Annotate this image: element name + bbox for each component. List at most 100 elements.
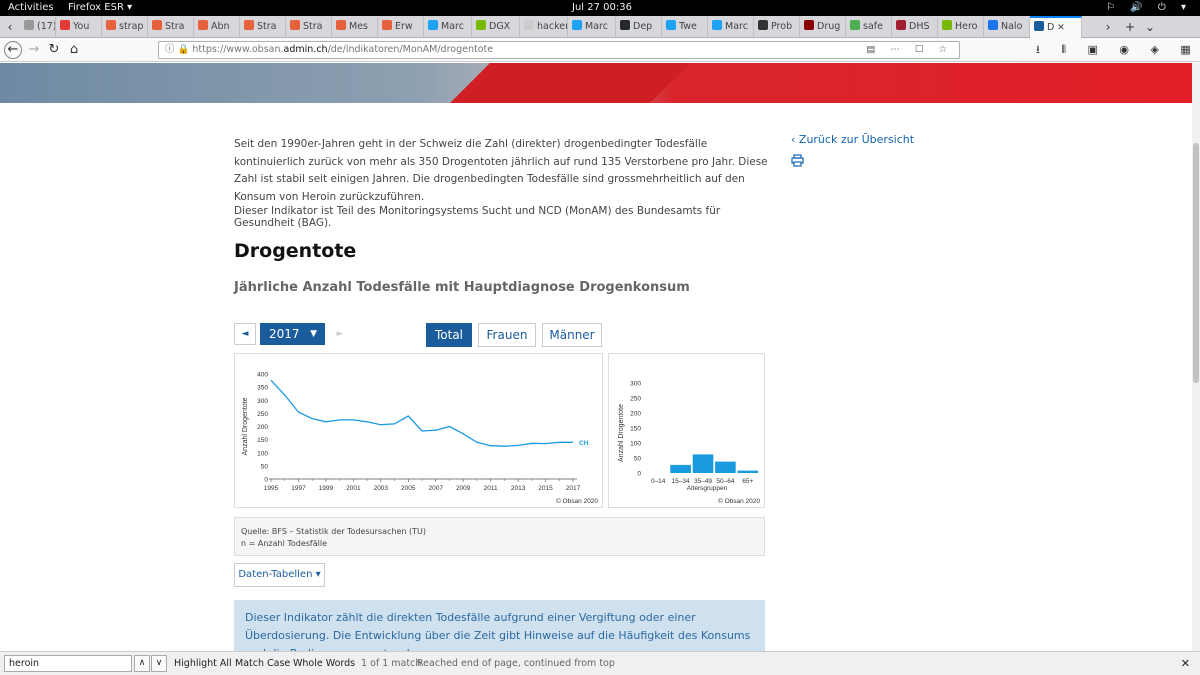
back-button[interactable]: ← <box>4 41 22 59</box>
chart-subtitle: Jährliche Anzahl Todesfälle mit Hauptdia… <box>234 280 690 295</box>
y-axis-label: Anzahl Drogentote <box>618 404 625 462</box>
data-tables-button[interactable]: Daten-Tabellen ▾ <box>234 563 325 587</box>
y-tick-label: 300 <box>630 381 641 388</box>
x-tick-label: 2001 <box>346 485 361 492</box>
tab-label: safe <box>863 21 883 32</box>
tab-20[interactable]: Hero <box>938 17 984 37</box>
tab-label: Marc <box>585 21 608 32</box>
tab-scroll-left-icon[interactable]: ‹ <box>0 17 20 37</box>
x-tick-label: 2009 <box>456 485 471 492</box>
tab-favicon-icon <box>524 20 534 30</box>
source-note: Quelle: BFS – Statistik der Todesursache… <box>234 517 765 556</box>
find-status: Reached end of page, continued from top <box>417 658 615 669</box>
tab-favicon-icon <box>428 20 438 30</box>
tab-maenner[interactable]: Männer <box>542 323 602 347</box>
tab-5[interactable]: Stra <box>240 17 286 37</box>
tab-label: Stra <box>303 21 323 32</box>
tab-6[interactable]: Stra <box>286 17 332 37</box>
bar-65+ <box>737 470 759 473</box>
tab-13[interactable]: Dep <box>616 17 662 37</box>
next-year-button[interactable]: ► <box>329 323 351 345</box>
tab-7[interactable]: Mes <box>332 17 378 37</box>
tab-0[interactable]: (17) <box>20 17 56 37</box>
bar-chart-svg: Anzahl Drogentote 0 50 100 150 200 250 300 0–14 1… <box>618 381 760 506</box>
url-bar[interactable]: ⓘ 🔒 https://www.obsan.admin.ch/de/indikato… <box>158 41 960 59</box>
forward-button[interactable]: → <box>24 40 44 60</box>
activities-button[interactable]: Activities <box>8 0 54 16</box>
clock[interactable]: Jul 27 00:36 <box>572 0 632 16</box>
previous-year-button[interactable]: ◄ <box>234 323 256 345</box>
reload-button[interactable]: ↻ <box>44 40 64 60</box>
page-actions[interactable]: ▤ ⋯ ☐ ☆ <box>866 42 953 58</box>
tab-label: Prob <box>771 21 793 32</box>
tab-15[interactable]: Marc <box>708 17 754 37</box>
bar-50–64 <box>715 461 736 473</box>
y-tick-label: 0 <box>637 471 641 478</box>
dropdown-arrow-icon: ▼ <box>310 329 317 339</box>
new-tab-button[interactable]: + <box>1120 17 1140 37</box>
find-input[interactable]: heroin <box>4 655 132 672</box>
tab-label: Drug <box>817 21 841 32</box>
system-top-bar: Activities Firefox ESR ▾ Jul 27 00:36 ⚐ … <box>0 0 1200 16</box>
tab-close-icon[interactable]: ✕ <box>1054 23 1065 33</box>
tab-16[interactable]: Prob <box>754 17 800 37</box>
tab-21[interactable]: Nalo <box>984 17 1030 37</box>
x-tick-label: 35–49 <box>694 478 712 485</box>
y-tick-label: 300 <box>257 398 268 405</box>
print-icon[interactable] <box>791 154 804 167</box>
tab-11[interactable]: hackers <box>520 17 568 37</box>
home-button[interactable]: ⌂ <box>64 40 84 60</box>
tab-list-chevron-down-icon[interactable]: ⌄ <box>1140 17 1160 37</box>
info-box: Dieser Indikator zählt die direkten Tode… <box>234 600 765 651</box>
scrollbar-thumb[interactable] <box>1193 143 1199 383</box>
tab-2[interactable]: strap <box>102 17 148 37</box>
source-line: Quelle: BFS – Statistik der Todesursache… <box>241 527 427 536</box>
navigation-bar: ← → ↻ ⌂ ⓘ 🔒 https://www.obsan.admin.ch/de/… <box>0 38 1200 76</box>
system-tray[interactable]: ⚐ 🔊 ⏻ ▾ <box>1106 0 1192 16</box>
page-scrollbar[interactable] <box>1192 63 1200 651</box>
tab-scroll-right-icon[interactable]: › <box>1098 17 1118 37</box>
highlight-all-checkbox[interactable]: Highlight All <box>174 658 232 669</box>
x-tick-label: 1999 <box>319 485 334 492</box>
x-tick-label: 65+ <box>742 478 753 485</box>
y-tick-label: 350 <box>257 385 268 392</box>
tab-22[interactable]: D ✕ <box>1030 16 1082 38</box>
match-case-checkbox[interactable]: Match Case <box>235 658 290 669</box>
info-icon[interactable]: ⓘ <box>165 44 175 55</box>
tab-favicon-icon <box>152 20 162 30</box>
tab-favicon-icon <box>712 20 722 30</box>
find-next-button[interactable]: ∨ <box>151 655 167 672</box>
close-icon[interactable]: ✕ <box>1181 657 1190 670</box>
find-previous-button[interactable]: ∧ <box>134 655 150 672</box>
intro-paragraph: Seit den 1990er-Jahren geht in der Schwe… <box>234 138 768 203</box>
tab-12[interactable]: Marc <box>568 17 616 37</box>
tab-favicon-icon <box>896 20 906 30</box>
tab-frauen[interactable]: Frauen <box>478 323 536 347</box>
y-tick-label: 150 <box>257 437 268 444</box>
back-to-overview-link[interactable]: ‹ Zurück zur Übersicht <box>791 133 914 146</box>
tab-8[interactable]: Erw <box>378 17 424 37</box>
tab-17[interactable]: Drug <box>800 17 846 37</box>
whole-words-checkbox[interactable]: Whole Words <box>293 658 355 669</box>
y-tick-label: 100 <box>630 441 641 448</box>
tab-favicon-icon <box>988 20 998 30</box>
app-menu[interactable]: Firefox ESR ▾ <box>68 0 132 16</box>
tab-1[interactable]: You <box>56 17 102 37</box>
tab-favicon-icon <box>942 20 952 30</box>
lock-icon[interactable]: 🔒 <box>178 44 190 55</box>
tab-10[interactable]: DGX <box>472 17 520 37</box>
tab-label: DGX <box>489 21 511 32</box>
tab-9[interactable]: Marc <box>424 17 472 37</box>
tab-label: Marc <box>725 21 748 32</box>
tab-18[interactable]: safe <box>846 17 892 37</box>
tab-favicon-icon <box>24 20 34 30</box>
tab-19[interactable]: DHS <box>892 17 938 37</box>
tab-14[interactable]: Twe <box>662 17 708 37</box>
year-select[interactable]: 2017 ▼ <box>260 323 325 345</box>
tab-total[interactable]: Total <box>426 323 472 347</box>
url-path: /de/indikatoren/MonAM/drogentote <box>327 44 494 55</box>
tab-4[interactable]: Abn <box>194 17 240 37</box>
x-tick-label: 1997 <box>291 485 306 492</box>
tab-3[interactable]: Stra <box>148 17 194 37</box>
tab-label: Marc <box>441 21 464 32</box>
